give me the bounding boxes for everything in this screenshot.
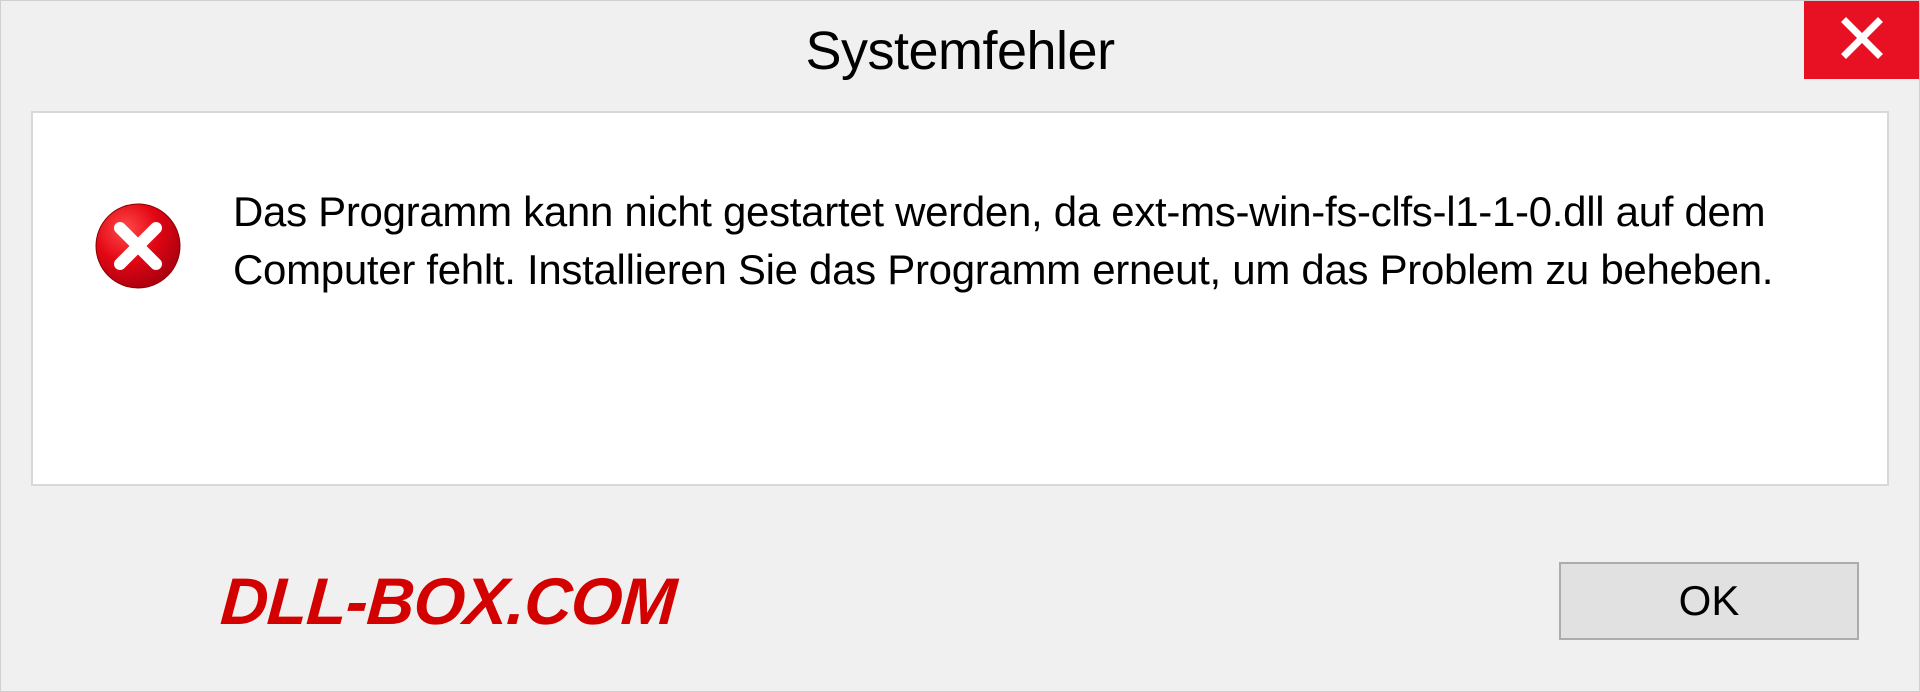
- ok-button-label: OK: [1679, 577, 1740, 625]
- error-icon: [93, 201, 183, 291]
- watermark-text: DLL-BOX.COM: [218, 563, 678, 639]
- close-icon: [1840, 16, 1884, 65]
- ok-button[interactable]: OK: [1559, 562, 1859, 640]
- titlebar: Systemfehler: [1, 1, 1919, 101]
- content-area: Das Programm kann nicht gestartet werden…: [31, 111, 1889, 486]
- error-message: Das Programm kann nicht gestartet werden…: [233, 183, 1813, 299]
- close-button[interactable]: [1804, 1, 1919, 79]
- dialog-title: Systemfehler: [805, 20, 1114, 82]
- dialog-footer: DLL-BOX.COM OK: [1, 511, 1919, 691]
- error-dialog: Systemfehler: [0, 0, 1920, 692]
